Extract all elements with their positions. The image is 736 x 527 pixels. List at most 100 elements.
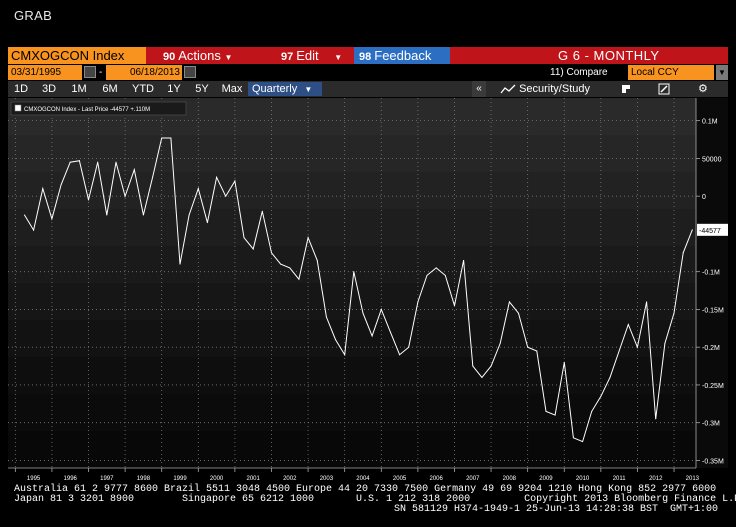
x-tick-label: 2005 xyxy=(393,476,407,482)
data-point xyxy=(618,350,620,352)
data-point xyxy=(261,210,263,212)
gear-icon[interactable]: ⚙ xyxy=(698,81,708,97)
currency-select[interactable]: Local CCY xyxy=(628,65,714,80)
data-point xyxy=(453,305,455,307)
edit-menu-number: 97 xyxy=(281,51,294,63)
compare-button[interactable]: 11) Compare xyxy=(550,65,608,80)
data-point xyxy=(627,324,629,326)
x-tick-label: 2000 xyxy=(210,476,224,482)
graph-title: G 6 - MONTHLY xyxy=(558,48,660,63)
data-point xyxy=(152,176,154,178)
x-tick-label: 1997 xyxy=(100,476,114,482)
y-tick-label: 0 xyxy=(702,194,706,201)
annotate-icon[interactable] xyxy=(620,81,632,97)
feedback-button[interactable]: 98 Feedback xyxy=(354,47,450,64)
x-tick-label: 2009 xyxy=(539,476,553,482)
period-ytd[interactable]: YTD xyxy=(131,81,155,97)
calendar-icon[interactable] xyxy=(184,66,196,78)
data-point xyxy=(664,342,666,344)
start-date-field[interactable]: 03/31/1995 xyxy=(8,65,82,80)
collapse-button[interactable]: « xyxy=(472,81,486,97)
data-point xyxy=(572,437,574,439)
frequency-label: Quarterly xyxy=(252,83,298,95)
data-point xyxy=(88,199,90,201)
data-point xyxy=(508,301,510,303)
data-point xyxy=(97,161,99,163)
data-point xyxy=(481,376,483,378)
data-point xyxy=(307,237,309,239)
x-tick-label: 2003 xyxy=(320,476,334,482)
data-point xyxy=(353,271,355,273)
data-point xyxy=(545,410,547,412)
edit-menu-button[interactable]: 97 Edit ▼ xyxy=(281,47,342,64)
data-point xyxy=(444,274,446,276)
background-band xyxy=(8,357,696,395)
data-point xyxy=(243,237,245,239)
actions-menu-label: Actions xyxy=(178,48,221,63)
x-tick-label: 2011 xyxy=(613,476,627,482)
period-max[interactable]: Max xyxy=(220,81,244,97)
data-point xyxy=(417,301,419,303)
data-point xyxy=(170,137,172,139)
x-tick-label: 1995 xyxy=(27,476,41,482)
frequency-select[interactable]: Quarterly ▼ xyxy=(248,82,322,96)
feedback-label: Feedback xyxy=(374,48,432,63)
data-point xyxy=(472,365,474,367)
security-ticker-field[interactable]: CMXOGCON Index xyxy=(8,47,146,64)
data-point xyxy=(682,252,684,254)
data-point xyxy=(23,214,25,216)
data-point xyxy=(527,346,529,348)
chevron-down-icon[interactable]: ▼ xyxy=(716,65,728,80)
security-study-button[interactable]: Security/Study xyxy=(500,81,590,97)
actions-menu-number: 90 xyxy=(163,51,176,63)
data-point xyxy=(206,222,208,224)
data-point xyxy=(563,361,565,363)
data-point xyxy=(234,180,236,182)
data-point xyxy=(197,188,199,190)
data-point xyxy=(60,184,62,186)
footer-session-line: SN 581129 H374-1949-1 25-Jun-13 14:28:38… xyxy=(394,504,719,515)
x-tick-label: 2002 xyxy=(283,476,297,482)
x-tick-label: 2008 xyxy=(503,476,517,482)
data-point xyxy=(33,229,35,231)
chevron-down-icon: ▼ xyxy=(224,53,233,62)
security-study-label: Security/Study xyxy=(519,83,590,95)
data-point xyxy=(298,278,300,280)
background-band xyxy=(8,394,696,432)
legend-label: CMXOGCON Index - Last Price -44577 +.110… xyxy=(24,107,150,113)
x-tick-label: 1999 xyxy=(173,476,187,482)
y-tick-label: -0.2M xyxy=(702,345,720,352)
x-tick-label: 2006 xyxy=(429,476,443,482)
period-5y[interactable]: 5Y xyxy=(193,81,211,97)
chevron-down-icon: ▼ xyxy=(304,85,313,94)
period-3d[interactable]: 3D xyxy=(40,81,58,97)
data-point xyxy=(389,331,391,333)
edit-menu-label: Edit xyxy=(296,48,319,63)
period-1d[interactable]: 1D xyxy=(12,81,30,97)
edit-pencil-icon[interactable] xyxy=(658,81,670,97)
feedback-number: 98 xyxy=(359,51,372,63)
data-point xyxy=(316,259,318,261)
x-tick-label: 2013 xyxy=(686,476,700,482)
data-point xyxy=(161,137,163,139)
data-point xyxy=(600,395,602,397)
x-tick-label: 2010 xyxy=(576,476,590,482)
data-point xyxy=(655,418,657,420)
data-point xyxy=(426,274,428,276)
end-date-field[interactable]: 06/18/2013 xyxy=(106,65,182,80)
data-point xyxy=(399,354,401,356)
data-point xyxy=(106,214,108,216)
data-point xyxy=(673,312,675,314)
y-tick-label: -0.15M xyxy=(702,307,724,314)
actions-menu-button[interactable]: 90 Actions ▼ xyxy=(163,47,232,64)
calendar-icon[interactable] xyxy=(84,66,96,78)
x-tick-label: 1998 xyxy=(137,476,151,482)
period-1y[interactable]: 1Y xyxy=(165,81,183,97)
y-tick-label: 0.1M xyxy=(702,119,718,126)
last-price-label: -44577 xyxy=(699,228,721,235)
data-point xyxy=(42,188,44,190)
period-1m[interactable]: 1M xyxy=(68,81,90,97)
data-point xyxy=(536,350,538,352)
data-point xyxy=(362,312,364,314)
period-6m[interactable]: 6M xyxy=(99,81,121,97)
